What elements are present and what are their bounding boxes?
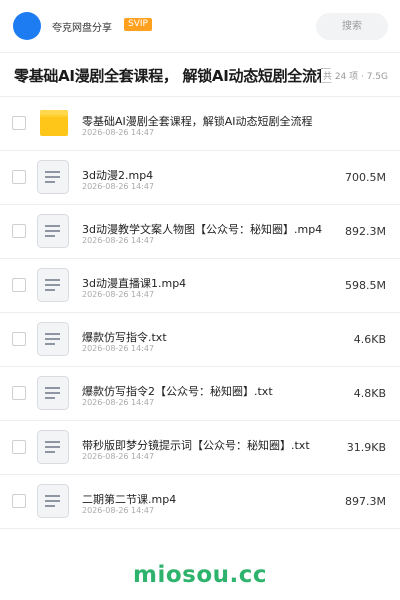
file-date: 2026-08-26 14:47 xyxy=(82,182,155,191)
file-date: 2026-08-26 14:47 xyxy=(82,290,155,299)
file-icon xyxy=(37,430,69,464)
select-checkbox[interactable] xyxy=(12,116,26,130)
select-checkbox[interactable] xyxy=(12,224,26,238)
file-row[interactable]: 3d动漫教学文案人物图【公众号：秘知圈】.mp4 2026-08-26 14:47… xyxy=(0,205,400,259)
select-checkbox[interactable] xyxy=(12,278,26,292)
file-row[interactable]: 爆款仿写指令.txt 2026-08-26 14:47 4.6KB xyxy=(0,313,400,367)
select-checkbox[interactable] xyxy=(12,440,26,454)
share-title: 夸克网盘分享 xyxy=(52,23,112,34)
file-icon xyxy=(37,484,69,518)
page-title: 零基础AI漫剧全套课程， 解锁AI动态短剧全流程 xyxy=(14,67,332,85)
select-checkbox[interactable] xyxy=(12,170,26,184)
file-row[interactable]: 二期第二节课.mp4 2026-08-26 14:47 897.3M xyxy=(0,475,400,529)
file-size: 897.3M xyxy=(345,495,386,508)
avatar[interactable] xyxy=(13,12,41,40)
select-checkbox[interactable] xyxy=(12,386,26,400)
file-size: 892.3M xyxy=(345,225,386,238)
file-name: 爆款仿写指令.txt xyxy=(82,331,167,344)
file-row[interactable]: 带秒版即梦分镜提示词【公众号：秘知圈】.txt 2026-08-26 14:47 3… xyxy=(0,421,400,475)
folder-icon xyxy=(37,106,69,140)
file-icon xyxy=(37,160,69,194)
file-date: 2026-08-26 14:47 xyxy=(82,344,155,353)
item-count-meta: 共 24 项 · 7.5G xyxy=(320,69,388,82)
file-size: 4.6KB xyxy=(353,333,386,346)
title-row: 零基础AI漫剧全套课程， 解锁AI动态短剧全流程 共 24 项 · 7.5G xyxy=(0,52,400,97)
file-name: 3d动漫2.mp4 xyxy=(82,169,154,182)
top-bar: 夸克网盘分享 SVIP 搜索 xyxy=(0,0,400,53)
file-icon xyxy=(37,268,69,302)
file-name: 爆款仿写指令2【公众号：秘知圈】.txt xyxy=(82,385,273,398)
file-name: 3d动漫直播课1.mp4 xyxy=(82,277,187,290)
file-row[interactable]: 零基础AI漫剧全套课程，解锁AI动态短剧全流程 2026-08-26 14:47 xyxy=(0,97,400,151)
search-button[interactable]: 搜索 xyxy=(316,13,388,40)
file-size: 598.5M xyxy=(345,279,386,292)
file-size: 700.5M xyxy=(345,171,386,184)
file-list: 零基础AI漫剧全套课程，解锁AI动态短剧全流程 2026-08-26 14:47 3… xyxy=(0,97,400,529)
file-size: 4.8KB xyxy=(353,387,386,400)
file-date: 2026-08-26 14:47 xyxy=(82,506,155,515)
file-size: 31.9KB xyxy=(346,441,386,454)
select-checkbox[interactable] xyxy=(12,332,26,346)
file-name: 3d动漫教学文案人物图【公众号：秘知圈】.mp4 xyxy=(82,223,323,236)
select-checkbox[interactable] xyxy=(12,494,26,508)
watermark: miosou.cc xyxy=(132,562,268,588)
file-date: 2026-08-26 14:47 xyxy=(82,236,155,245)
file-date: 2026-08-26 14:47 xyxy=(82,452,155,461)
file-date: 2026-08-26 14:47 xyxy=(82,128,155,137)
file-icon xyxy=(37,376,69,410)
file-date: 2026-08-26 14:47 xyxy=(82,398,155,407)
file-row[interactable]: 3d动漫直播课1.mp4 2026-08-26 14:47 598.5M xyxy=(0,259,400,313)
file-name: 零基础AI漫剧全套课程，解锁AI动态短剧全流程 xyxy=(82,115,313,128)
file-icon xyxy=(37,214,69,248)
svip-badge: SVIP xyxy=(124,18,152,31)
file-row[interactable]: 3d动漫2.mp4 2026-08-26 14:47 700.5M xyxy=(0,151,400,205)
file-row[interactable]: 爆款仿写指令2【公众号：秘知圈】.txt 2026-08-26 14:47 4.8K… xyxy=(0,367,400,421)
file-name: 二期第二节课.mp4 xyxy=(82,493,177,506)
file-icon xyxy=(37,322,69,356)
file-name: 带秒版即梦分镜提示词【公众号：秘知圈】.txt xyxy=(82,439,310,452)
